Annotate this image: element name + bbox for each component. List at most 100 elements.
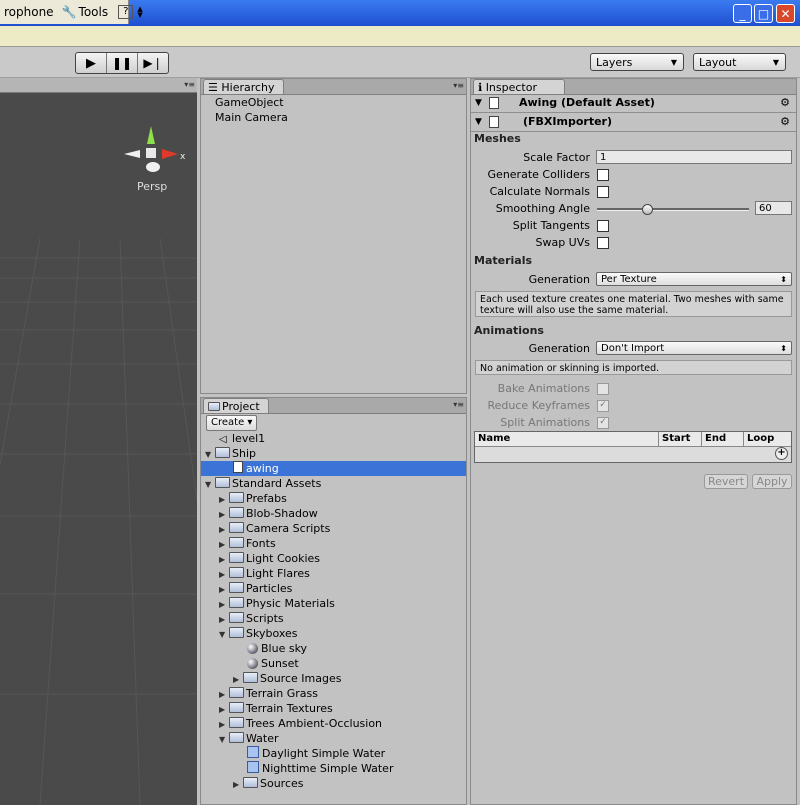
materials-generation-popup[interactable]: Per Texture ⬍: [596, 272, 792, 286]
minimize-button[interactable]: _: [733, 4, 752, 23]
tab-inspector[interactable]: ℹ Inspector: [473, 79, 565, 94]
importer-header[interactable]: ▼ (FBXImporter) ⚙: [471, 113, 796, 132]
expanded-arrow-icon[interactable]: ▼: [205, 447, 215, 462]
smoothing-angle-field[interactable]: 60: [755, 201, 792, 215]
hierarchy-item[interactable]: Main Camera: [215, 111, 288, 124]
hierarchy-item[interactable]: GameObject: [215, 96, 284, 109]
project-item-label: level1: [232, 432, 266, 445]
toolbar: ▶ ❚❚ ▶❘ Layers ▼ Layout ▼: [0, 47, 800, 78]
collapsed-arrow-icon[interactable]: ▶: [219, 687, 229, 702]
menu-item-tools[interactable]: 🔧 Tools: [58, 5, 113, 19]
collapsed-arrow-icon[interactable]: ▶: [219, 717, 229, 732]
expanded-arrow-icon[interactable]: ▼: [219, 627, 229, 642]
swap-uvs-checkbox[interactable]: [597, 237, 609, 249]
collapsed-arrow-icon[interactable]: ▶: [219, 507, 229, 522]
project-item[interactable]: ▶ Physic Materials: [201, 596, 466, 611]
title-bar: rophone 🔧 Tools ? ▲ ▼ _ □ ✕: [0, 0, 800, 26]
collapsed-arrow-icon[interactable]: ▶: [219, 597, 229, 612]
layers-dropdown[interactable]: Layers ▼: [590, 53, 684, 71]
tab-project[interactable]: Project: [203, 398, 269, 413]
menu-item-microphone[interactable]: rophone: [0, 5, 58, 19]
project-item[interactable]: ▶ Light Cookies: [201, 551, 466, 566]
pause-button[interactable]: ❚❚: [107, 53, 138, 73]
generate-colliders-checkbox[interactable]: [597, 169, 609, 181]
foldout-arrow-icon[interactable]: ▼: [475, 94, 482, 112]
project-item[interactable]: ▼ Water: [201, 731, 466, 746]
project-item[interactable]: ▶ Fonts: [201, 536, 466, 551]
collapsed-arrow-icon[interactable]: ▶: [219, 492, 229, 507]
create-button[interactable]: Create ▾: [206, 415, 258, 431]
sphere-icon: [247, 658, 258, 669]
close-button[interactable]: ✕: [776, 4, 795, 23]
foldout-arrow-icon[interactable]: ▼: [475, 113, 482, 131]
collapsed-arrow-icon[interactable]: ▶: [219, 537, 229, 552]
slider-thumb[interactable]: [642, 204, 654, 215]
project-item[interactable]: ▼ Skyboxes: [201, 626, 466, 641]
dropdown-arrow-icon: ▼: [670, 58, 677, 67]
help-button[interactable]: ?: [118, 5, 134, 19]
collapsed-arrow-icon[interactable]: ▶: [233, 672, 243, 687]
split-tangents-checkbox[interactable]: [597, 220, 609, 232]
maximize-button[interactable]: □: [754, 4, 773, 23]
project-item[interactable]: ▶ Sources: [201, 776, 466, 791]
inspector-tabstrip: ℹ Inspector: [471, 79, 796, 95]
project-item[interactable]: ▶ Source Images: [201, 671, 466, 686]
panel-menu-icon[interactable]: ▾≡: [453, 400, 464, 409]
layout-dropdown[interactable]: Layout ▼: [693, 53, 786, 71]
project-item[interactable]: ▶ Light Flares: [201, 566, 466, 581]
project-item[interactable]: ▶ Particles: [201, 581, 466, 596]
folder-icon: [229, 717, 244, 728]
collapsed-arrow-icon[interactable]: ▶: [219, 552, 229, 567]
gear-icon[interactable]: ⚙: [780, 113, 790, 131]
project-item[interactable]: ◁ level1: [201, 431, 466, 446]
apply-button[interactable]: Apply: [752, 474, 792, 489]
folder-icon: [229, 567, 244, 578]
project-item[interactable]: ▼ Ship: [201, 446, 466, 461]
scene-view[interactable]: x Persp: [0, 78, 197, 805]
project-item[interactable]: ▶ Blob-Shadow: [201, 506, 466, 521]
expanded-arrow-icon[interactable]: ▼: [205, 477, 215, 492]
collapsed-arrow-icon[interactable]: ▶: [219, 582, 229, 597]
revert-button[interactable]: Revert: [704, 474, 748, 489]
project-item[interactable]: Nighttime Simple Water: [201, 761, 466, 776]
bake-animations-checkbox[interactable]: [597, 383, 609, 395]
gear-icon[interactable]: ⚙: [780, 94, 790, 112]
folder-icon: [229, 687, 244, 698]
play-button[interactable]: ▶: [76, 53, 107, 73]
panel-menu-icon[interactable]: ▾≡: [453, 81, 464, 90]
project-item[interactable]: ▶ Camera Scripts: [201, 521, 466, 536]
panel-menu-icon[interactable]: ▾≡: [184, 80, 195, 89]
pause-icon: ❚❚: [111, 56, 133, 70]
project-item[interactable]: Blue sky: [201, 641, 466, 656]
scene-gizmo[interactable]: x: [120, 122, 190, 182]
calculate-normals-checkbox[interactable]: [597, 186, 609, 198]
collapsed-arrow-icon[interactable]: ▶: [219, 612, 229, 627]
project-item-label: Sunset: [261, 657, 299, 670]
tab-hierarchy[interactable]: ☰ Hierarchy: [203, 79, 284, 94]
project-item[interactable]: Daylight Simple Water: [201, 746, 466, 761]
smoothing-angle-slider[interactable]: [597, 204, 749, 215]
animations-generation-popup[interactable]: Don't Import ⬍: [596, 341, 792, 355]
project-item[interactable]: ▶ Scripts: [201, 611, 466, 626]
asset-header[interactable]: ▼ Awing (Default Asset) ⚙: [471, 94, 796, 113]
spinner-icon[interactable]: ▲ ▼: [133, 6, 146, 19]
project-item[interactable]: awing: [201, 461, 466, 476]
project-item[interactable]: ▶ Trees Ambient-Occlusion: [201, 716, 466, 731]
expanded-arrow-icon[interactable]: ▼: [219, 732, 229, 747]
split-animations-checkbox[interactable]: ✓: [597, 417, 609, 429]
reduce-keyframes-checkbox[interactable]: ✓: [597, 400, 609, 412]
collapsed-arrow-icon[interactable]: ▶: [219, 567, 229, 582]
project-item[interactable]: ▶ Prefabs: [201, 491, 466, 506]
project-item[interactable]: ▶ Terrain Grass: [201, 686, 466, 701]
project-item[interactable]: ▼ Standard Assets: [201, 476, 466, 491]
scale-factor-field[interactable]: 1: [596, 150, 792, 164]
add-animation-icon[interactable]: +: [775, 447, 788, 460]
importer-title: (FBXImporter): [523, 115, 612, 128]
project-item[interactable]: Sunset: [201, 656, 466, 671]
collapsed-arrow-icon[interactable]: ▶: [233, 777, 243, 792]
step-button[interactable]: ▶❘: [138, 53, 168, 73]
collapsed-arrow-icon[interactable]: ▶: [219, 702, 229, 717]
project-item[interactable]: ▶ Terrain Textures: [201, 701, 466, 716]
collapsed-arrow-icon[interactable]: ▶: [219, 522, 229, 537]
sphere-icon: [247, 643, 258, 654]
